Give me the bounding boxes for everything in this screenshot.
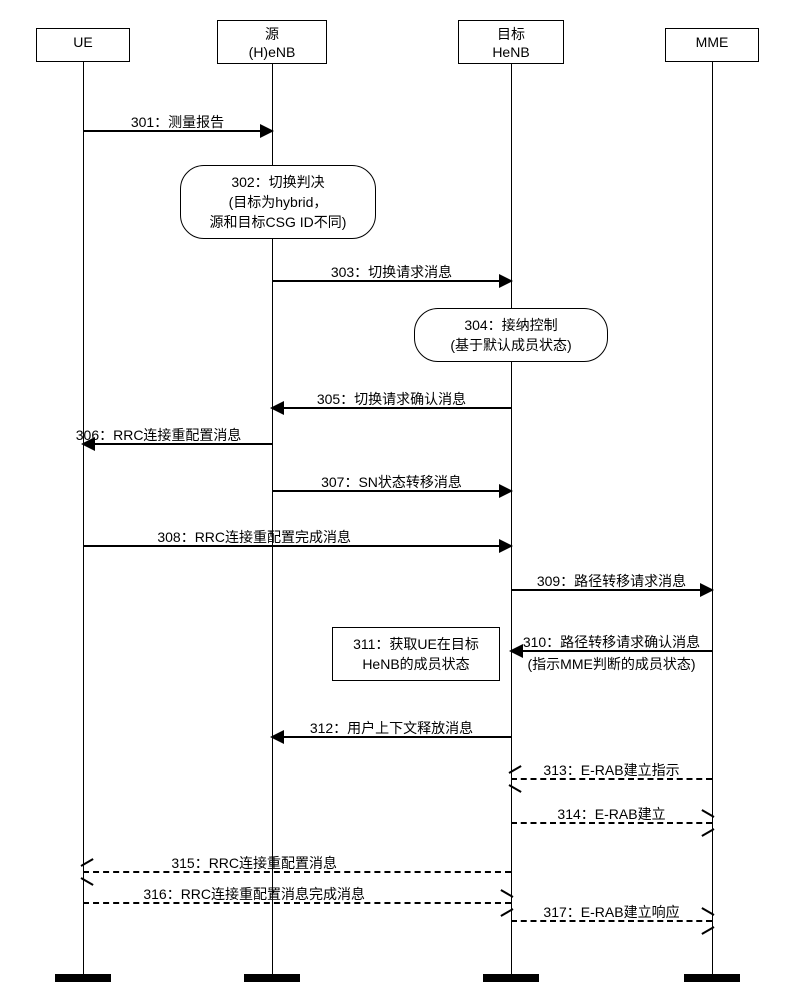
actor-source-label-1: 源 [218, 25, 326, 43]
lifeline-target-henb [511, 64, 512, 974]
endbar-source-henb [244, 974, 300, 982]
actor-target-label-1: 目标 [459, 25, 563, 43]
msg-306: 306：RRC连接重配置消息 [83, 443, 272, 445]
open-arrow-right-icon [700, 816, 714, 830]
lifeline-ue [83, 62, 84, 974]
msg-310-label: 310：路径转移请求确认消息 [523, 632, 700, 652]
arrow-left-icon [509, 644, 523, 658]
arrow-right-icon [499, 484, 513, 498]
arrow-right-icon [499, 539, 513, 553]
msg-305: 305：切换请求确认消息 [272, 407, 511, 409]
msg-306-label: 306：RRC连接重配置消息 [76, 425, 242, 445]
msg-316: 316：RRC连接重配置消息完成消息 [83, 902, 511, 904]
msg-315-label: 315：RRC连接重配置消息 [171, 853, 337, 873]
msg-312-label: 312：用户上下文释放消息 [310, 718, 473, 738]
arrow-left-icon [270, 730, 284, 744]
msg-308: 308：RRC连接重配置完成消息 [83, 545, 511, 547]
open-arrow-left-icon [81, 865, 95, 879]
msg-315: 315：RRC连接重配置消息 [83, 871, 511, 873]
note-311-line1: 311：获取UE在目标 [341, 634, 491, 654]
msg-307: 307：SN状态转移消息 [272, 490, 511, 492]
actor-ue-label: UE [37, 33, 129, 51]
actor-target-henb: 目标 HeNB [458, 20, 564, 64]
actor-mme-label: MME [666, 33, 758, 51]
arrow-right-icon [260, 124, 274, 138]
note-304-line2: (基于默认成员状态) [427, 335, 595, 355]
endbar-mme [684, 974, 740, 982]
msg-308-label: 308：RRC连接重配置完成消息 [157, 527, 351, 547]
actor-source-henb: 源 (H)eNB [217, 20, 327, 64]
open-arrow-right-icon [499, 896, 513, 910]
msg-317: 317：E-RAB建立响应 [511, 920, 712, 922]
msg-309: 309：路径转移请求消息 [511, 589, 712, 591]
open-arrow-left-icon [509, 772, 523, 786]
lifeline-mme [712, 62, 713, 974]
actor-mme: MME [665, 28, 759, 62]
msg-301-label: 301：测量报告 [131, 112, 224, 132]
arrow-right-icon [700, 583, 714, 597]
msg-303-label: 303：切换请求消息 [331, 262, 452, 282]
msg-314: 314：E-RAB建立 [511, 822, 712, 824]
msg-310: 310：路径转移请求确认消息 (指示MME判断的成员状态) [511, 650, 712, 652]
msg-310-label2: (指示MME判断的成员状态) [528, 654, 696, 674]
open-arrow-right-icon [700, 914, 714, 928]
msg-313-label: 313：E-RAB建立指示 [543, 760, 679, 780]
msg-309-label: 309：路径转移请求消息 [537, 571, 686, 591]
note-302-line2: (目标为hybrid， [193, 192, 363, 212]
msg-313: 313：E-RAB建立指示 [511, 778, 712, 780]
actor-ue: UE [36, 28, 130, 62]
msg-307-label: 307：SN状态转移消息 [321, 472, 462, 492]
note-302-line3: 源和目标CSG ID不同) [193, 212, 363, 232]
actor-target-label-2: HeNB [459, 43, 563, 61]
arrow-left-icon [81, 437, 95, 451]
msg-312: 312：用户上下文释放消息 [272, 736, 511, 738]
note-311-line2: HeNB的成员状态 [341, 654, 491, 674]
msg-305-label: 305：切换请求确认消息 [317, 389, 466, 409]
msg-314-label: 314：E-RAB建立 [557, 804, 665, 824]
sequence-diagram: UE 源 (H)eNB 目标 HeNB MME 301：测量报告 302：切换判… [0, 0, 788, 1000]
msg-303: 303：切换请求消息 [272, 280, 511, 282]
endbar-target-henb [483, 974, 539, 982]
actor-source-label-2: (H)eNB [218, 43, 326, 61]
msg-316-label: 316：RRC连接重配置消息完成消息 [143, 884, 365, 904]
msg-317-label: 317：E-RAB建立响应 [543, 902, 679, 922]
arrow-left-icon [270, 401, 284, 415]
note-304: 304：接纳控制 (基于默认成员状态) [414, 308, 608, 362]
note-302-line1: 302：切换判决 [193, 172, 363, 192]
arrow-right-icon [499, 274, 513, 288]
note-302: 302：切换判决 (目标为hybrid， 源和目标CSG ID不同) [180, 165, 376, 239]
endbar-ue [55, 974, 111, 982]
note-304-line1: 304：接纳控制 [427, 315, 595, 335]
note-311: 311：获取UE在目标 HeNB的成员状态 [332, 627, 500, 681]
msg-301: 301：测量报告 [83, 130, 272, 132]
